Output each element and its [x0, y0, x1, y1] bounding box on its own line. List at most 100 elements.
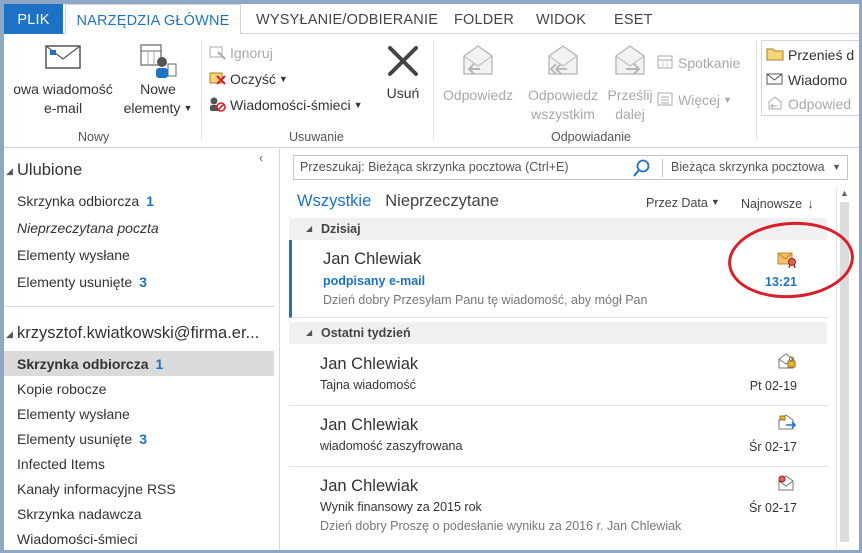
group-separator [756, 40, 757, 140]
forward-label-1: Prześlij [607, 87, 653, 103]
forward-label-2: dalej [615, 106, 645, 122]
message-row[interactable]: Jan Chlewiak Wynik finansowy za 2015 rok… [289, 467, 827, 553]
tab-eset[interactable]: ESET [614, 4, 653, 34]
folder-label: Elementy usunięte [17, 274, 133, 290]
ignore-icon [209, 46, 226, 60]
message-sender: Jan Chlewiak [323, 250, 422, 268]
folder-label: Wiadomości-śmieci [17, 531, 138, 547]
folder-icon [766, 48, 784, 61]
message-sender: Jan Chlewiak [320, 477, 419, 495]
scroll-up-icon[interactable]: ▲ [840, 188, 849, 198]
filter-unread[interactable]: Nieprzeczytane [385, 192, 499, 210]
more-label: Więcej [678, 92, 721, 108]
ignore-label: Ignoruj [230, 45, 273, 61]
message-preview: Dzień dobry Przesyłam Panu tę wiadomość,… [323, 293, 648, 307]
search-icon[interactable] [632, 158, 652, 178]
more-chevron-icon: ▼ [723, 95, 732, 105]
quick-step-reply-label: Odpowied [788, 96, 852, 112]
junk-button[interactable]: Wiadomości-śmieci ▼ [208, 96, 363, 113]
pane-divider [4, 306, 274, 307]
search-scope[interactable]: Bieżąca skrzynka pocztowa [671, 160, 825, 174]
folder-label: Skrzynka nadawcza [17, 506, 142, 522]
clean-up-chevron-icon: ▼ [278, 74, 288, 84]
tab-home[interactable]: NARZĘDZIA GŁÓWNE [65, 4, 241, 35]
meeting-label: Spotkanie [678, 55, 741, 71]
folder-label: Skrzynka odbiorcza [17, 356, 149, 372]
quick-step-move-label: Przenieś d [788, 47, 855, 63]
clean-up-label: Oczyść [230, 71, 276, 87]
forward-button[interactable]: Prześlij dalej [602, 42, 658, 124]
folder-sent[interactable]: Elementy wysłane [17, 406, 130, 422]
message-subject: wiadomość zaszyfrowana [320, 439, 463, 453]
account-header[interactable]: krzysztof.kwiatkowski@firma.er... [17, 324, 259, 343]
group-label: Dzisiaj [321, 222, 361, 236]
sort-by-button[interactable]: Przez Data ▼ [646, 196, 720, 210]
new-email-button[interactable]: owa wiadomość e-mail [4, 42, 122, 118]
search-box[interactable]: Przeszukaj: Bieżąca skrzynka pocztowa (C… [293, 155, 848, 180]
ignore-button[interactable]: Ignoruj [208, 44, 273, 61]
sort-order-label: Najnowsze [741, 197, 803, 211]
fav-unread-mail[interactable]: Nieprzeczytana poczta [17, 220, 159, 236]
collapse-pane-icon[interactable]: ‹ [259, 151, 263, 165]
message-row[interactable]: Jan Chlewiak wiadomość zaszyfrowana Śr 0… [289, 406, 827, 467]
envelope-icon [766, 73, 783, 85]
message-sender: Jan Chlewiak [320, 416, 419, 434]
sort-order-button[interactable]: Najnowsze ↓ [741, 196, 814, 211]
message-row[interactable]: Jan Chlewiak Tajna wiadomość Pt 02-19 [289, 344, 827, 406]
favorites-expand-icon[interactable]: ◢ [6, 166, 13, 177]
fav-deleted[interactable]: Elementy usunięte 3 [17, 274, 147, 290]
sort-chevron-icon: ▼ [710, 197, 720, 207]
tab-file[interactable]: PLIK [4, 4, 63, 34]
new-email-icon [45, 45, 81, 69]
tab-send-receive[interactable]: WYSYŁANIE/ODBIERANIE [256, 4, 438, 34]
new-items-label-2-wrap: elementy ▼ [118, 99, 198, 118]
folder-label: Kopie robocze [17, 381, 107, 397]
more-respond-button[interactable]: Więcej ▼ [656, 91, 732, 108]
folder-rss[interactable]: Kanały informacyjne RSS [17, 481, 176, 497]
folder-infected[interactable]: Infected Items [17, 456, 105, 472]
message-date: Śr 02-17 [749, 501, 797, 515]
scope-chevron-down-icon[interactable]: ▼ [832, 162, 841, 172]
folder-outbox[interactable]: Skrzynka nadawcza [17, 506, 142, 522]
folder-inbox[interactable]: Skrzynka odbiorcza 1 [17, 356, 163, 372]
meeting-button[interactable]: Spotkanie [656, 54, 740, 71]
delete-button[interactable]: Usuń [380, 42, 426, 103]
ribbon: owa wiadomość e-mail Nowe elementy ▼ Nowy… [4, 34, 861, 148]
message-subject: Wynik finansowy za 2015 rok [320, 500, 482, 514]
quick-step-message[interactable]: Wiadomo [766, 71, 847, 88]
group-collapse-icon: ◢ [306, 328, 313, 337]
unread-count: 1 [146, 193, 154, 209]
reply-button[interactable]: Odpowiedz [438, 42, 518, 105]
tab-view[interactable]: WIDOK [536, 4, 586, 34]
reply-label: Odpowiedz [442, 87, 514, 103]
fav-sent[interactable]: Elementy wysłane [17, 247, 130, 263]
favorites-header[interactable]: Ulubione [17, 161, 82, 180]
folder-label: Infected Items [17, 456, 105, 472]
folder-label: Kanały informacyjne RSS [17, 481, 176, 497]
fav-inbox[interactable]: Skrzynka odbiorcza 1 [17, 193, 154, 209]
new-items-icon [140, 44, 177, 78]
reply-all-icon [548, 45, 578, 75]
folder-label: Elementy wysłane [17, 247, 130, 263]
folder-drafts[interactable]: Kopie robocze [17, 381, 107, 397]
group-label-respond: Odpowiadanie [551, 130, 631, 144]
account-expand-icon[interactable]: ◢ [6, 329, 13, 340]
clean-up-button[interactable]: Oczyść ▼ [208, 70, 288, 87]
meeting-icon [657, 55, 673, 69]
search-divider [662, 159, 663, 177]
new-items-button[interactable]: Nowe elementy ▼ [118, 42, 198, 118]
folder-deleted[interactable]: Elementy usunięte 3 [17, 431, 147, 447]
signed-open-envelope-icon [778, 475, 794, 491]
quick-step-reply[interactable]: Odpowied [766, 95, 851, 112]
unread-count: 3 [139, 431, 147, 447]
quick-step-move[interactable]: Przenieś d [766, 46, 854, 63]
ribbon-tab-bar: PLIK NARZĘDZIA GŁÓWNE WYSYŁANIE/ODBIERAN… [4, 4, 859, 35]
group-label-delete: Usuwanie [289, 130, 344, 144]
group-header-last-week[interactable]: ◢ Ostatni tydzień [289, 322, 827, 344]
new-items-label-1: Nowe [140, 81, 176, 97]
filter-all[interactable]: Wszystkie [297, 192, 371, 210]
junk-icon [210, 97, 226, 112]
reply-all-button[interactable]: Odpowiedz wszystkim [518, 42, 608, 124]
tab-folder[interactable]: FOLDER [454, 4, 514, 34]
folder-junk[interactable]: Wiadomości-śmieci [17, 531, 138, 547]
